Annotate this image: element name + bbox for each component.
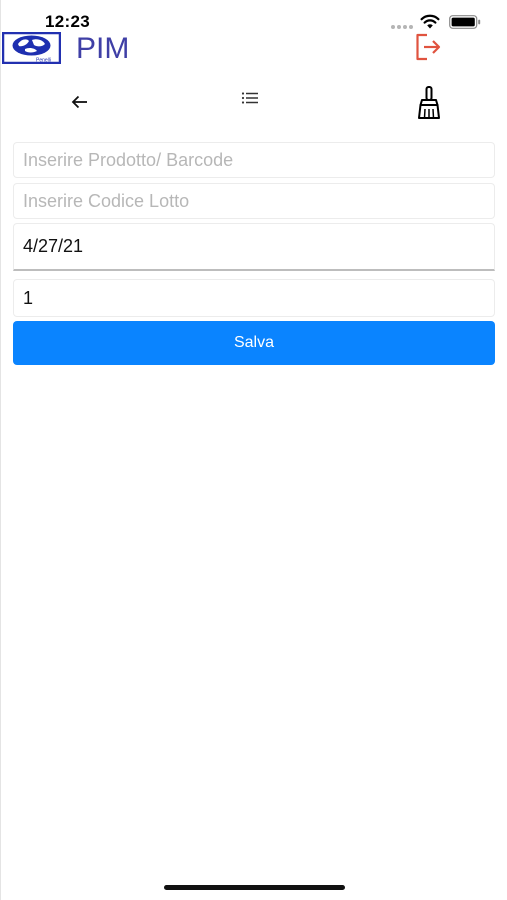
- quantity-input[interactable]: [13, 279, 495, 317]
- back-button[interactable]: [64, 86, 96, 118]
- battery-icon: [449, 15, 481, 29]
- list-icon: [241, 92, 258, 104]
- app-logo: Penelli: [2, 32, 61, 64]
- product-barcode-input[interactable]: [13, 142, 495, 178]
- app-title: PIM: [76, 32, 130, 65]
- save-button[interactable]: Salva: [13, 321, 495, 365]
- cellular-signal-icon: [391, 25, 413, 29]
- date-input[interactable]: [13, 223, 495, 271]
- arrow-left-icon: [71, 95, 87, 109]
- logout-icon: [416, 33, 441, 61]
- clear-button[interactable]: [410, 84, 448, 122]
- status-time: 12:23: [45, 12, 90, 31]
- status-bar: 12:23: [0, 0, 507, 32]
- screen-edge: [0, 0, 1, 900]
- svg-text:Penelli: Penelli: [36, 58, 51, 64]
- logout-button[interactable]: [410, 30, 446, 64]
- list-button[interactable]: [234, 84, 266, 112]
- wifi-icon: [420, 14, 440, 29]
- home-indicator: [164, 885, 345, 890]
- lot-code-input[interactable]: [13, 183, 495, 219]
- broom-icon: [418, 86, 440, 119]
